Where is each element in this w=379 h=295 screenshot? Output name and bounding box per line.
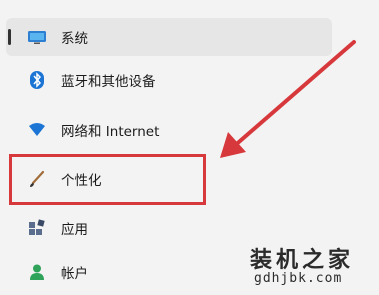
watermark-title: 装机之家 [250, 247, 355, 273]
watermark-url: gdhjbk.com [254, 271, 343, 286]
